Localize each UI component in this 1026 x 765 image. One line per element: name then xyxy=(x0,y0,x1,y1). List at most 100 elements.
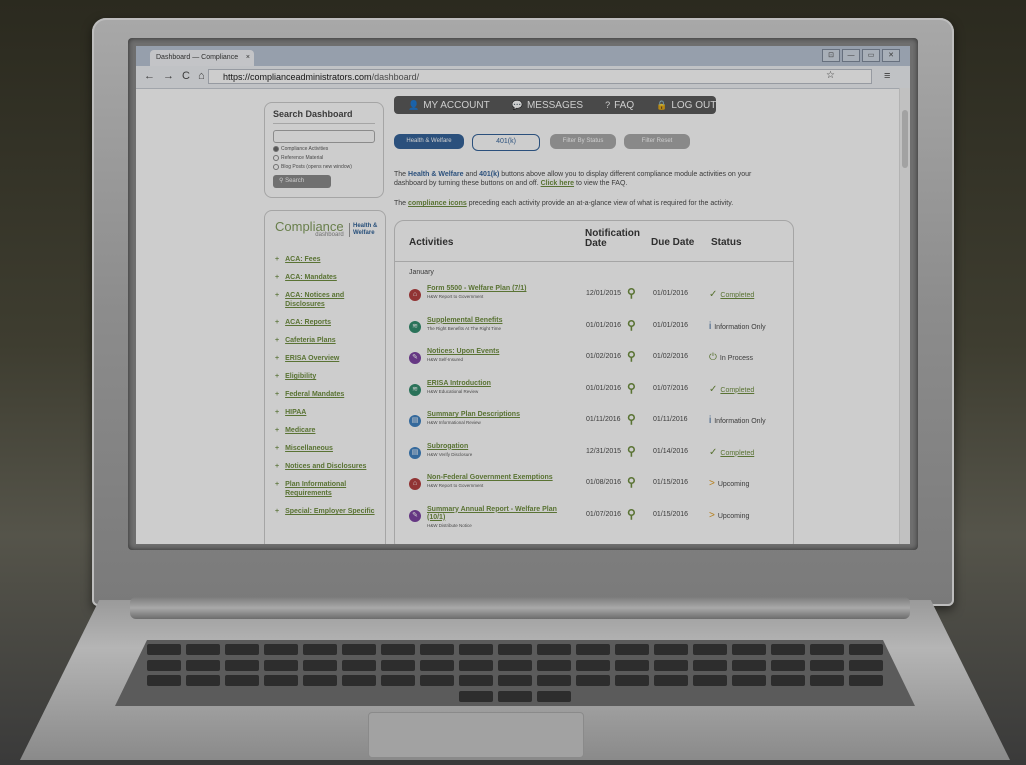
sidebar-item[interactable]: + Medicare xyxy=(275,426,379,435)
compliance-logo: Compliance dashboard xyxy=(275,219,344,238)
compliance-icons-link[interactable]: compliance icons xyxy=(408,200,467,207)
scrollbar-thumb[interactable] xyxy=(902,110,908,168)
restore-window-icon[interactable]: ⊡ xyxy=(822,49,840,62)
activities-header: Activities xyxy=(409,237,454,248)
sidebar-item[interactable]: + Notices and Disclosures xyxy=(275,462,379,471)
reload-icon[interactable]: C xyxy=(182,70,190,82)
keyboard-key xyxy=(615,644,649,656)
lock-icon: 🔒 xyxy=(656,99,668,110)
compliance-type-icon: ≋ xyxy=(409,383,421,396)
filter-reset-button[interactable]: Filter Reset xyxy=(624,134,690,149)
sidebar-item[interactable]: + Special: Employer Specific xyxy=(275,507,379,516)
forward-icon[interactable]: → xyxy=(163,70,174,82)
sidebar-item[interactable]: + ACA: Reports xyxy=(275,318,379,327)
tab-title: Dashboard — Compliance xyxy=(156,54,239,61)
address-bar[interactable]: https://complianceadministrators.com/das… xyxy=(208,69,872,84)
keyboard-key xyxy=(225,644,259,656)
search-option-blog[interactable]: Blog Posts (opens new window) xyxy=(273,164,375,170)
magnifier-icon[interactable]: ⚲ xyxy=(627,349,636,363)
module-tag-line: Health & xyxy=(353,223,378,229)
activity-title-link[interactable]: Form 5500 - Welfare Plan (7/1) xyxy=(427,285,577,293)
plus-icon: + xyxy=(275,391,280,398)
radio-icon[interactable] xyxy=(273,146,279,152)
messages-label: MESSAGES xyxy=(526,99,584,111)
sidebar-nav: Compliance dashboard Health & Welfare + A… xyxy=(264,210,386,544)
browser-tab[interactable]: Dashboard — Compliance × xyxy=(150,50,254,66)
status-cell: i Information Only xyxy=(709,321,766,332)
status-text: In Process xyxy=(719,355,753,362)
activity-subtitle: H&W Report to Government xyxy=(427,483,484,488)
search-option-activities[interactable]: Compliance Activities xyxy=(273,146,375,152)
status-cell: ✓ Completed xyxy=(709,384,754,395)
filter-by-status-button[interactable]: Filter By Status xyxy=(550,134,616,149)
magnifier-icon[interactable]: ⚲ xyxy=(627,475,636,489)
compliance-type-icon: ⌂ xyxy=(409,478,421,490)
activity-title-link[interactable]: Summary Plan Descriptions xyxy=(427,411,577,419)
activity-title-link[interactable]: Subrogation xyxy=(427,443,577,451)
magnifier-icon[interactable]: ⚲ xyxy=(627,412,636,426)
401k-button[interactable]: 401(k) xyxy=(472,134,540,151)
sidebar-item-label: Eligibility xyxy=(285,373,317,380)
activity-title-link[interactable]: Notices: Upon Events xyxy=(427,348,577,356)
activity-title-link[interactable]: ERISA Introduction xyxy=(427,380,577,388)
search-input[interactable] xyxy=(273,130,375,143)
search-button-label: Search xyxy=(285,178,305,184)
sidebar-item[interactable]: + Cafeteria Plans xyxy=(275,336,379,345)
status-icon: > xyxy=(709,509,715,521)
sidebar-item[interactable]: + Miscellaneous xyxy=(275,444,379,453)
sidebar-item-label: Cafeteria Plans xyxy=(285,337,336,344)
home-icon[interactable]: ⌂ xyxy=(198,70,205,82)
radio-icon[interactable] xyxy=(273,155,279,161)
minimize-icon[interactable]: — xyxy=(842,49,860,62)
sidebar-item[interactable]: + ACA: Mandates xyxy=(275,273,379,282)
logout-link[interactable]: 🔒 LOG OUT xyxy=(656,100,716,111)
month-label: January xyxy=(409,269,434,276)
radio-label: Compliance Activities xyxy=(281,146,329,152)
keyboard-key xyxy=(498,659,532,671)
search-button[interactable]: ⚲ Search xyxy=(273,175,331,188)
search-option-reference[interactable]: Reference Material xyxy=(273,155,375,161)
radio-icon[interactable] xyxy=(273,164,279,170)
table-row: ⌂ Form 5500 - Welfare Plan (7/1) H&W Repor… xyxy=(395,283,793,314)
status-text[interactable]: Completed xyxy=(720,387,754,394)
tab-close-icon[interactable]: × xyxy=(246,50,250,66)
module-tag-line: Welfare xyxy=(353,230,375,236)
messages-link[interactable]: 💬 MESSAGES xyxy=(512,100,583,111)
notification-date: 01/01/2016 xyxy=(586,384,622,392)
status-text[interactable]: Completed xyxy=(720,450,754,457)
activity-title-link[interactable]: Non-Federal Government Exemptions xyxy=(427,474,577,482)
bookmark-star-icon[interactable]: ☆ xyxy=(826,70,835,81)
status-icon: ⏻ xyxy=(709,352,717,363)
status-text[interactable]: Completed xyxy=(720,292,754,299)
activity-title-link[interactable]: Summary Annual Report - Welfare Plan (10… xyxy=(427,506,577,522)
question-icon: ? xyxy=(605,99,611,110)
browser-menu-icon[interactable]: ≡ xyxy=(884,70,890,82)
faq-link[interactable]: ? FAQ xyxy=(605,100,634,111)
magnifier-icon[interactable]: ⚲ xyxy=(627,381,636,395)
sidebar-item[interactable]: + ERISA Overview xyxy=(275,354,379,363)
faq-click-here-link[interactable]: Click here xyxy=(541,180,574,187)
sidebar-item[interactable]: + ACA: Notices and Disclosures xyxy=(275,291,379,309)
plus-icon: + xyxy=(275,256,280,263)
sidebar-item[interactable]: + Plan Informational Requirements xyxy=(275,480,379,498)
status-icon: ✓ xyxy=(709,446,718,458)
magnifier-icon[interactable]: ⚲ xyxy=(627,318,636,332)
sidebar-item[interactable]: + ACA: Fees xyxy=(275,255,379,264)
due-date: 01/15/2016 xyxy=(653,510,689,518)
sidebar-item[interactable]: + Federal Mandates xyxy=(275,390,379,399)
table-row: ⌂ Non-Federal Government Exemptions H&W Re… xyxy=(395,472,793,503)
keyboard-key xyxy=(810,659,844,671)
keyboard-key xyxy=(537,644,571,656)
activity-title-link[interactable]: Supplemental Benefits xyxy=(427,317,577,325)
magnifier-icon[interactable]: ⚲ xyxy=(627,507,636,521)
filter-bar: Health & Welfare 401(k) Filter By Status… xyxy=(394,134,690,151)
close-window-icon[interactable]: ✕ xyxy=(882,49,900,62)
sidebar-item[interactable]: + HIPAA xyxy=(275,408,379,417)
back-icon[interactable]: ← xyxy=(144,70,155,82)
magnifier-icon[interactable]: ⚲ xyxy=(627,286,636,300)
maximize-icon[interactable]: ▭ xyxy=(862,49,880,62)
magnifier-icon[interactable]: ⚲ xyxy=(627,444,636,458)
health-welfare-button[interactable]: Health & Welfare xyxy=(394,134,464,149)
my-account-link[interactable]: 👤 MY ACCOUNT xyxy=(408,100,490,111)
sidebar-item[interactable]: + Eligibility xyxy=(275,372,379,381)
